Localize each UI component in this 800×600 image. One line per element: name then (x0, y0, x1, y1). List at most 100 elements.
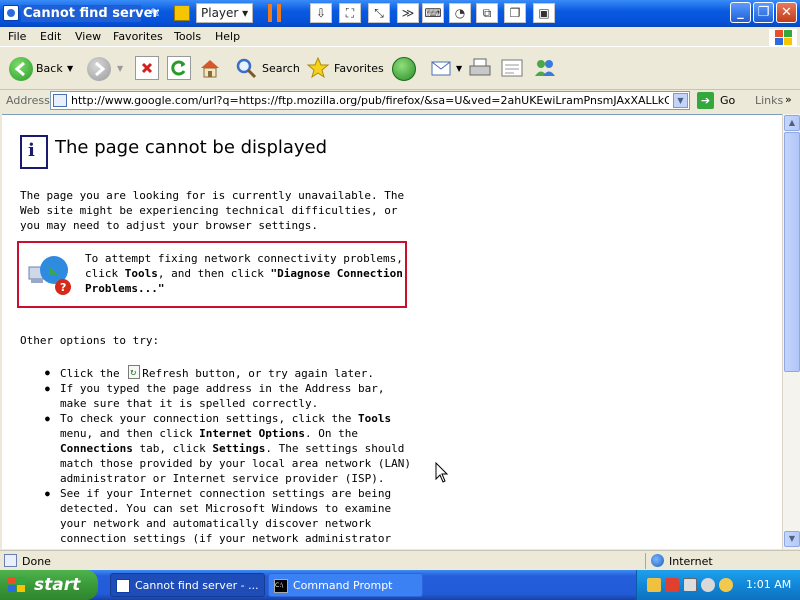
check-internet-options-label: Internet Options (199, 427, 306, 440)
ie-icon (3, 5, 19, 21)
search-icon[interactable] (234, 56, 258, 80)
stop-icon[interactable] (135, 56, 159, 80)
back-dropdown-icon[interactable]: ▼ (67, 64, 73, 73)
status-text: Done (22, 555, 51, 568)
edit-icon[interactable] (500, 56, 524, 80)
print-icon[interactable] (468, 56, 492, 80)
menu-view[interactable]: View (75, 30, 101, 43)
diagnose-tools-label: Tools (124, 267, 158, 280)
refresh-icon[interactable] (167, 56, 191, 80)
scroll-down-icon[interactable]: ▼ (784, 531, 800, 547)
restore-tool-icon[interactable]: ❐ (504, 3, 526, 23)
note-icon[interactable]: ▣ (533, 3, 555, 23)
start-label[interactable]: start (34, 575, 80, 595)
keyboard-icon[interactable]: ⌨ (422, 3, 444, 23)
address-url[interactable]: http://www.google.com/url?q=https://ftp.… (71, 94, 669, 107)
check-settings-label: Settings (212, 442, 266, 455)
shrink-icon[interactable]: ⤡ (368, 3, 390, 23)
taskbar: start Cannot find server - ... C:\ Comma… (0, 570, 800, 600)
mail-dropdown-icon[interactable]: ▼ (456, 64, 462, 73)
taskbar-item-cmd[interactable]: C:\ Command Prompt (268, 573, 423, 597)
forward-arrow-icon[interactable] (87, 57, 111, 81)
go-button-label[interactable]: Go (720, 94, 735, 107)
page-description: The page you are looking for is currentl… (20, 189, 405, 232)
links-chevron-icon[interactable]: » (785, 93, 792, 106)
windows-flag-icon (8, 577, 26, 593)
security-tray-icon[interactable] (647, 578, 661, 592)
title-bar: Cannot find server ✎ Player ▾ ⇩ ⛶ ⤡ ≫ ⌨ … (0, 0, 800, 27)
cmd-task-icon: C:\ (274, 579, 288, 593)
diagnose-text: To attempt fixing network connectivity p… (85, 251, 405, 296)
info-icon (20, 135, 48, 169)
menu-tools[interactable]: Tools (174, 30, 201, 43)
status-bar: Done Internet (0, 550, 800, 570)
menu-edit[interactable]: Edit (40, 30, 61, 43)
menu-file[interactable]: File (8, 30, 26, 43)
system-tray: 1:01 AM (636, 570, 800, 600)
list-item: Click the Refresh button, or try again l… (42, 365, 412, 381)
ie-task-icon (116, 579, 130, 593)
volume-tray-icon[interactable] (701, 578, 715, 592)
check-text-c: . On the (305, 427, 359, 440)
search-button-label[interactable]: Search (262, 62, 300, 75)
other-options-label: Other options to try: (20, 334, 160, 347)
fullscreen-icon[interactable]: ⛶ (339, 3, 361, 23)
diagnose-text-part2: , and then click (157, 267, 271, 280)
cast-icon[interactable]: ⇩ (310, 3, 332, 23)
minimize-button[interactable]: _ (730, 2, 751, 23)
messenger-icon[interactable] (533, 56, 557, 80)
pause-icon[interactable] (268, 4, 272, 22)
favorites-star-icon[interactable] (306, 56, 330, 80)
links-label[interactable]: Links (755, 94, 783, 107)
menu-help[interactable]: Help (215, 30, 240, 43)
close-button[interactable]: ✕ (776, 2, 797, 23)
address-dropdown-icon[interactable]: ▼ (673, 93, 688, 108)
taskbar-item-ie[interactable]: Cannot find server - ... (110, 573, 265, 597)
taskbar-ie-label: Cannot find server - ... (135, 579, 259, 592)
home-icon[interactable] (198, 56, 222, 80)
back-arrow-icon[interactable] (9, 57, 33, 81)
mouse-cursor-icon (435, 462, 449, 483)
gauge-icon[interactable]: ◔ (449, 3, 471, 23)
check-connections-label: Connections (60, 442, 133, 455)
vertical-scrollbar[interactable]: ▲ ▼ (782, 114, 800, 549)
pin-icon[interactable]: ✎ (150, 6, 160, 20)
forward-skip-icon[interactable]: ≫ (397, 3, 419, 23)
refresh-text-before: Click the (60, 367, 120, 380)
forward-dropdown-icon: ▼ (117, 64, 124, 73)
list-item: See if your Internet connection settings… (42, 486, 412, 549)
address-label: Address (6, 94, 50, 107)
list-item: If you typed the page address in the Add… (42, 381, 412, 411)
back-button-label[interactable]: Back (36, 62, 63, 75)
network-tray-icon[interactable] (683, 578, 697, 592)
refresh-text-after: Refresh button, or try again later. (142, 367, 375, 380)
svg-text:?: ? (60, 281, 66, 294)
network-globe-icon: ? (28, 256, 71, 295)
address-input[interactable]: http://www.google.com/url?q=https://ftp.… (50, 91, 690, 110)
check-tools-label: Tools (358, 412, 392, 425)
clock[interactable]: 1:01 AM (746, 578, 791, 591)
page-heading: The page cannot be displayed (55, 137, 328, 158)
shield-tray-icon[interactable] (665, 578, 679, 592)
window-title: Cannot find server (21, 5, 159, 22)
check-text-b: menu, and then click (60, 427, 200, 440)
go-arrow-icon[interactable]: ➔ (697, 92, 714, 109)
favorites-button-label[interactable]: Favorites (334, 62, 384, 75)
player-menu[interactable]: Player ▾ (196, 3, 254, 23)
start-button[interactable]: start (0, 570, 98, 600)
devices-icon[interactable]: ⧉ (476, 3, 498, 23)
pause-icon-bar (277, 4, 281, 22)
taskbar-cmd-label: Command Prompt (293, 579, 393, 592)
mail-icon[interactable] (430, 56, 454, 80)
maximize-button[interactable]: ❐ (753, 2, 774, 23)
menu-favorites[interactable]: Favorites (113, 30, 163, 43)
messenger-tray-icon[interactable] (719, 578, 733, 592)
scroll-up-icon[interactable]: ▲ (784, 115, 800, 131)
page-icon (53, 94, 67, 107)
scroll-thumb[interactable] (784, 132, 800, 372)
check-text-a: To check your connection settings, click… (60, 412, 359, 425)
player-app-icon[interactable] (174, 5, 190, 21)
check-text-d: tab, click (132, 442, 213, 455)
history-icon[interactable] (392, 57, 416, 81)
status-divider (645, 553, 646, 569)
